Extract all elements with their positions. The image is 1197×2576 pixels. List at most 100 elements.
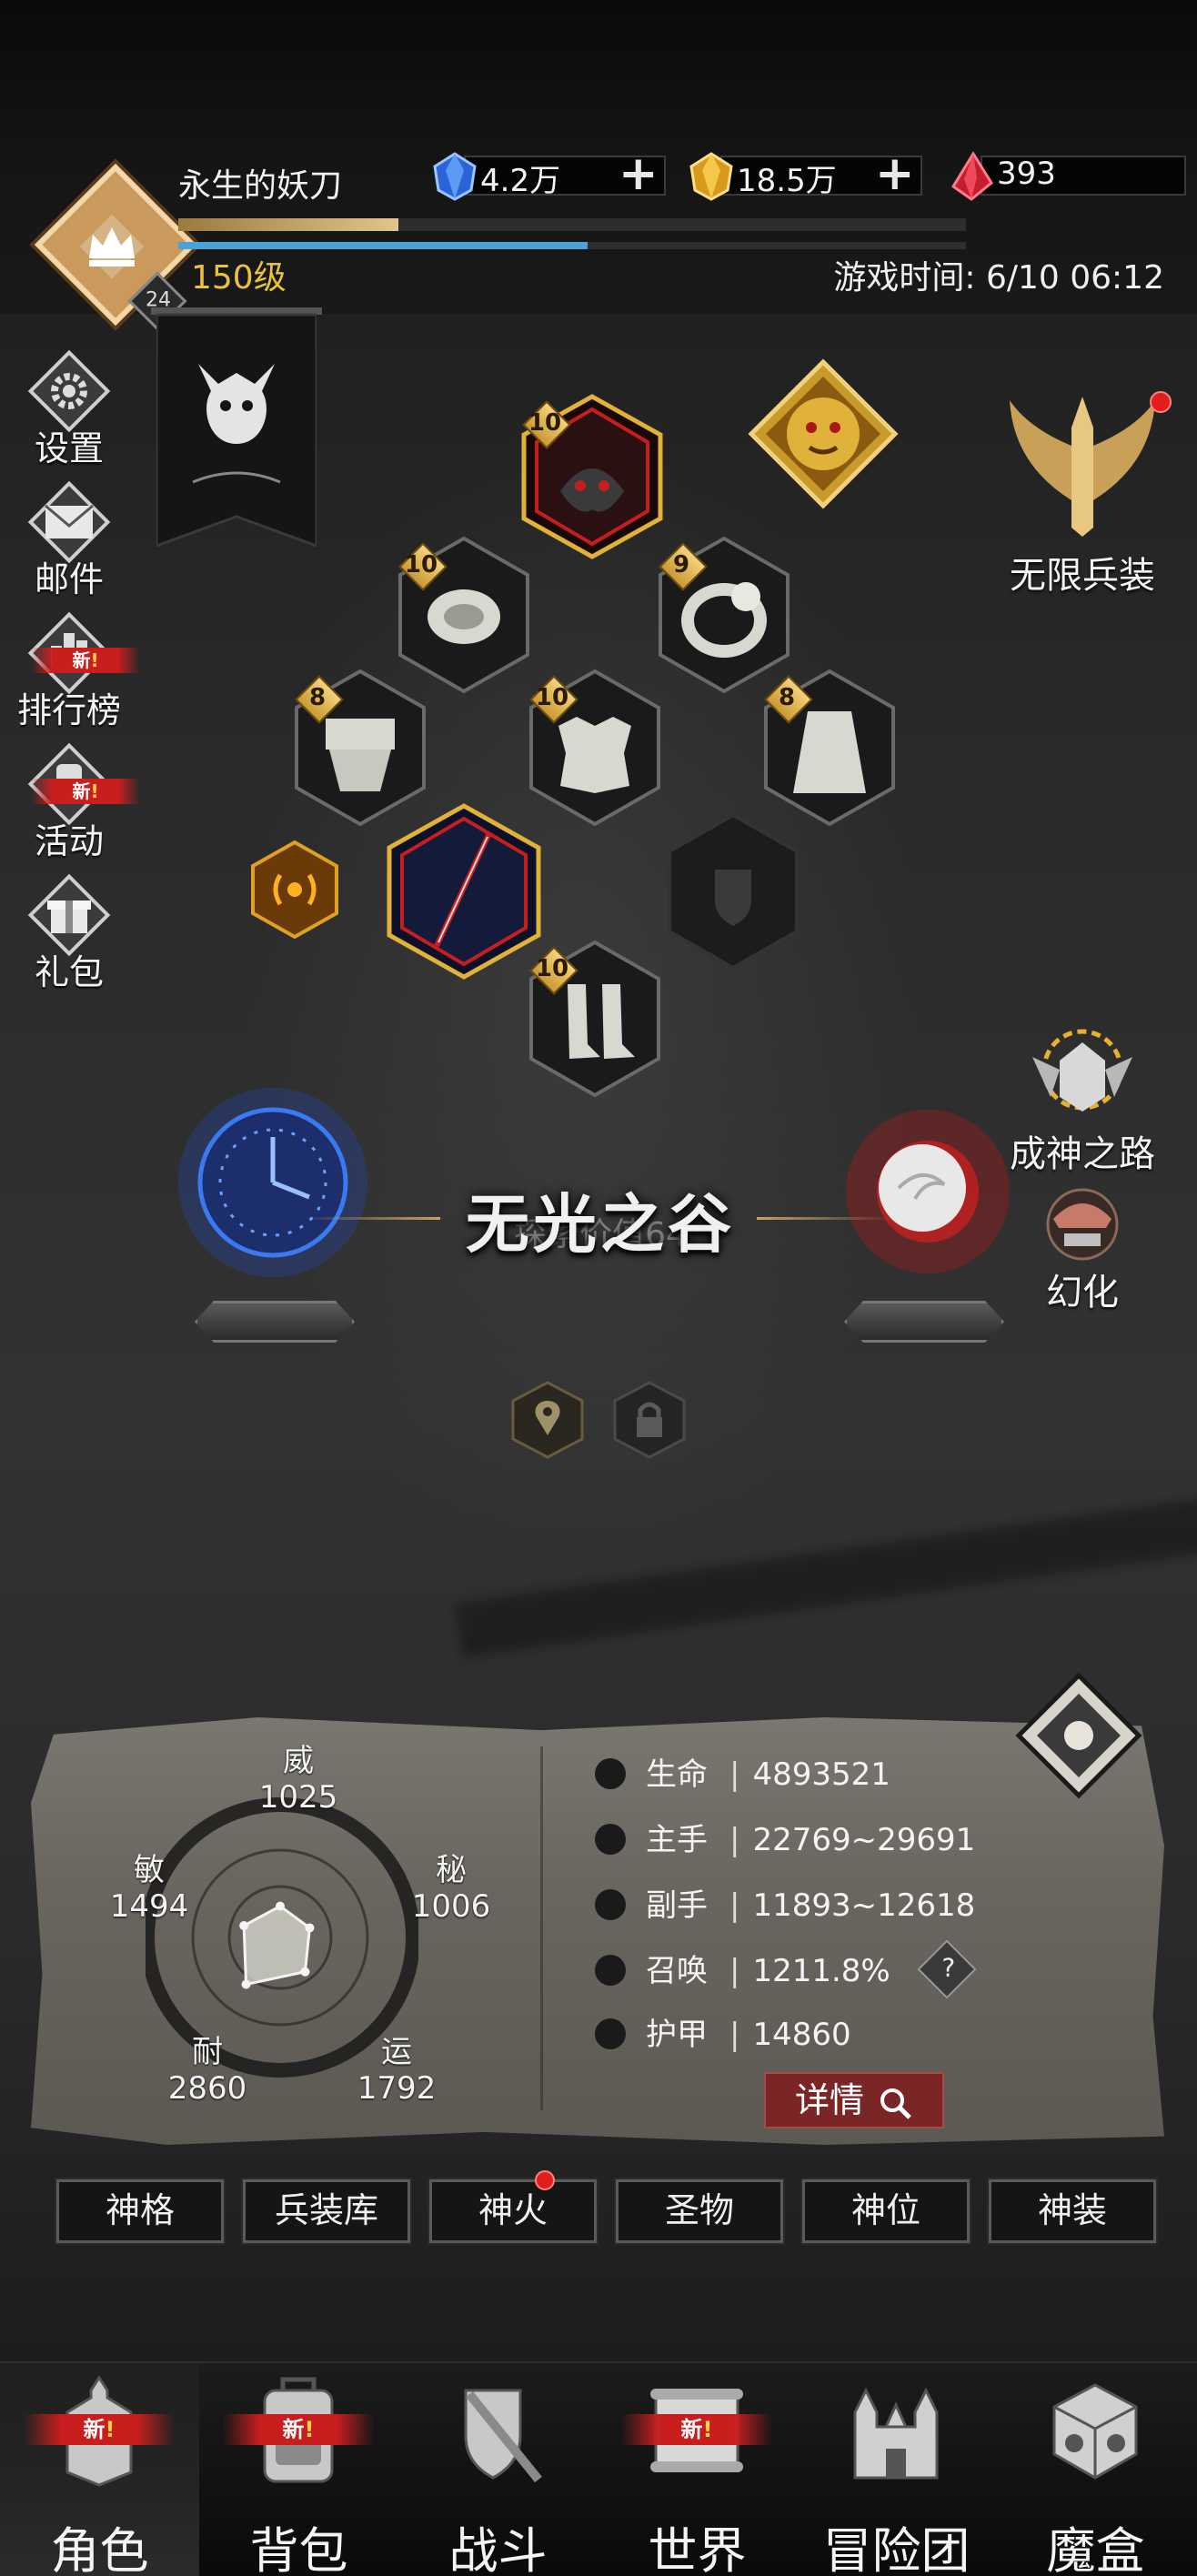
tab-divinity[interactable]: 神格: [55, 2178, 226, 2245]
equip-slot-necklace[interactable]: 10: [391, 533, 529, 694]
stat-row-summon: 召唤 | 1211.8%: [595, 1948, 890, 1994]
equip-slot-helmet[interactable]: 10: [515, 391, 663, 559]
ranking-button[interactable]: 新! 排行榜: [13, 611, 140, 732]
nav-magic-box-label: 魔盒: [1046, 2522, 1145, 2576]
tab-divine-rank[interactable]: 神位: [800, 2178, 971, 2245]
radar-point-min: [239, 1921, 249, 1931]
gear-icon: [51, 373, 87, 409]
boots-level: 10: [531, 948, 573, 990]
cube-icon: [1052, 2383, 1138, 2480]
equip-slot-belt[interactable]: 8: [287, 666, 426, 827]
radar-wei: 威 1025: [258, 1743, 338, 1816]
masked-face-icon: [1046, 1188, 1119, 1261]
tab-relics[interactable]: 圣物: [614, 2178, 785, 2245]
add-gold-gem-button[interactable]: +: [875, 150, 915, 197]
events-button[interactable]: 新! 活动: [13, 742, 140, 863]
red-orb-icon[interactable]: [828, 1101, 1028, 1283]
equip-slot-weapon[interactable]: [382, 800, 541, 980]
stat-row-off-hand: 副手 | 11893~12618: [595, 1883, 975, 1928]
mp-bar: [178, 242, 966, 249]
dagger-icon: [595, 1888, 626, 1920]
stat-row-main-hand: 主手 | 22769~29691: [595, 1817, 975, 1863]
red-gem-icon: [951, 151, 993, 201]
equip-slot-cloak[interactable]: 8: [757, 666, 895, 827]
ring-level: 9: [660, 544, 702, 586]
radar-point-yun: [300, 1967, 310, 1977]
lock-button[interactable]: [611, 1379, 688, 1461]
panel-divider: [540, 1746, 543, 2110]
winged-helm-icon: [1032, 1029, 1132, 1112]
equip-slot-boots[interactable]: 10: [522, 937, 660, 1098]
radar-mi: 秘 1006: [411, 1852, 491, 1925]
helmet-level: 10: [524, 402, 566, 444]
equip-slot-mount[interactable]: [746, 357, 899, 511]
equip-slot-offhand-locked[interactable]: [660, 810, 799, 971]
tab-divine-fire[interactable]: 神火: [428, 2178, 598, 2245]
player-level: 150级: [191, 259, 287, 297]
armor-level: 10: [531, 677, 573, 719]
gold-gem-icon: [689, 152, 733, 201]
equip-slot-armor[interactable]: 10: [522, 666, 660, 827]
new-tag: 新!: [31, 648, 140, 673]
realm-title: 无光之谷: [466, 1187, 735, 1262]
book-toggle-icon[interactable]: [1013, 1670, 1144, 1801]
crown-icon: [79, 214, 145, 279]
tab-armory[interactable]: 兵装库: [241, 2178, 412, 2245]
currency-gold: 18.5万 +: [686, 150, 922, 201]
radar-nai: 耐 2860: [167, 2034, 247, 2107]
currency-red: 393: [946, 150, 1186, 201]
broadcast-button[interactable]: [247, 839, 342, 941]
magnifier-icon: [880, 2088, 911, 2119]
stat-row-hp: 生命 | 4893521: [595, 1752, 890, 1797]
equip-slot-ring[interactable]: 9: [651, 533, 790, 694]
location-button[interactable]: [509, 1379, 586, 1461]
nav-battle[interactable]: 战斗: [398, 2361, 598, 2576]
gift-box-icon: [47, 901, 91, 933]
necklace-level: 10: [400, 544, 442, 586]
radar-yun: 运 1792: [357, 2034, 437, 2107]
nav-adventure-group[interactable]: 冒险团: [797, 2361, 996, 2576]
radar-min: 敏 1494: [109, 1852, 189, 1925]
currency-blue: 4.2万 +: [429, 150, 666, 201]
nav-character-label: 角色: [50, 2522, 149, 2576]
sword-icon: [595, 1823, 626, 1855]
radar-point-mi: [305, 1923, 315, 1933]
guild-banner[interactable]: [151, 307, 322, 553]
nav-character[interactable]: 新! 角色: [0, 2361, 199, 2576]
tab-divine-fire-dot: [535, 2170, 555, 2190]
new-tag: 新!: [24, 2414, 175, 2445]
envelope-icon: [45, 504, 94, 538]
belt-level: 8: [297, 677, 338, 719]
nav-world[interactable]: 新! 世界: [598, 2361, 797, 2576]
nav-backpack-label: 背包: [249, 2522, 348, 2576]
settings-button[interactable]: 设置: [13, 349, 126, 470]
right-pedestal: [844, 1301, 1004, 1343]
game-time: 游戏时间: 6/10 06:12: [833, 259, 1164, 297]
armor-icon: [595, 2018, 626, 2049]
details-button[interactable]: 详情: [764, 2072, 944, 2128]
heart-icon: [595, 1757, 626, 1789]
castle-icon: [853, 2387, 939, 2480]
gifts-button[interactable]: 礼包: [13, 873, 126, 994]
summon-icon: [595, 1954, 626, 1986]
nav-world-label: 世界: [648, 2522, 747, 2576]
cloak-level: 8: [766, 677, 808, 719]
left-pedestal: [195, 1301, 355, 1343]
nav-magic-box[interactable]: 魔盒: [996, 2361, 1195, 2576]
radar-point-wei: [276, 1901, 285, 1911]
tab-divine-gear[interactable]: 神装: [987, 2178, 1158, 2245]
realm-name[interactable]: 探索价值64 无光之谷: [346, 1173, 855, 1264]
player-name: 永生的妖刀: [178, 167, 343, 205]
blue-gem-icon: [433, 152, 477, 201]
shield-sword-icon: [464, 2389, 542, 2483]
stat-row-armor: 护甲 | 14860: [595, 2012, 851, 2058]
nav-adventure-group-label: 冒险团: [822, 2522, 971, 2576]
nav-backpack[interactable]: 新! 背包: [199, 2361, 398, 2576]
mail-button[interactable]: 邮件: [13, 480, 126, 601]
infinite-arms-label: 无限兵装: [1010, 555, 1155, 597]
infinite-arms-button[interactable]: 无限兵装: [991, 391, 1173, 599]
radar-point-nai: [241, 1979, 251, 1989]
add-blue-gem-button[interactable]: +: [619, 150, 659, 197]
winged-sword-icon: [1010, 397, 1155, 537]
notification-dot: [1150, 391, 1172, 413]
